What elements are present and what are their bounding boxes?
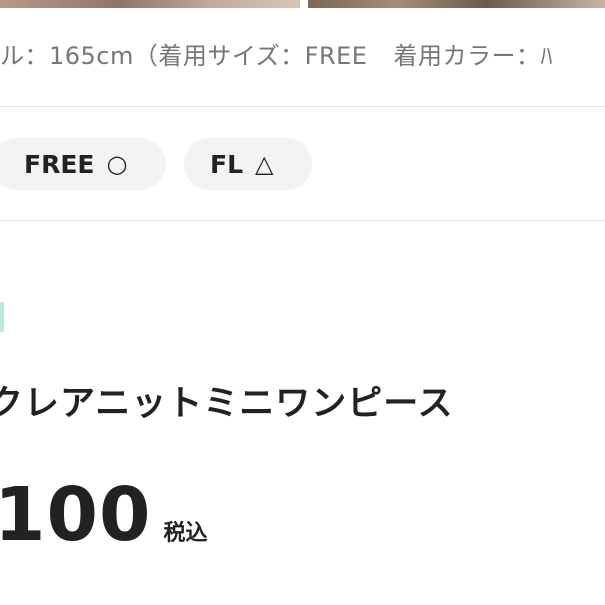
size-chip-free[interactable]: FREE ○ <box>0 138 166 190</box>
divider <box>0 106 605 107</box>
stock-available-icon: ○ <box>106 150 128 178</box>
price-row: 100 税込 <box>0 478 207 552</box>
product-photo[interactable] <box>308 0 605 8</box>
model-height-size: ル：165cm（着用サイズ：FREE <box>0 42 368 70</box>
product-name: クレアニットミニワンピース <box>0 384 454 424</box>
product-photo-strip[interactable] <box>0 0 605 8</box>
size-chip-fl[interactable]: FL △ <box>184 138 312 190</box>
model-info: ル：165cm（着用サイズ：FREE 着用カラー：ﾊ <box>0 36 553 71</box>
size-label: FREE <box>24 149 95 179</box>
size-label: FL <box>210 149 244 179</box>
tax-included-label: 税込 <box>163 521 208 546</box>
divider <box>0 220 605 221</box>
price-amount: 100 <box>0 472 152 558</box>
stock-low-icon: △ <box>255 150 274 178</box>
product-detail-page: ル：165cm（着用サイズ：FREE 着用カラー：ﾊ FREE ○ FL △ クレ… <box>0 0 605 605</box>
product-photo[interactable] <box>0 0 300 8</box>
product-tag-badge <box>0 302 4 332</box>
model-color: 着用カラー：ﾊ <box>393 42 553 70</box>
